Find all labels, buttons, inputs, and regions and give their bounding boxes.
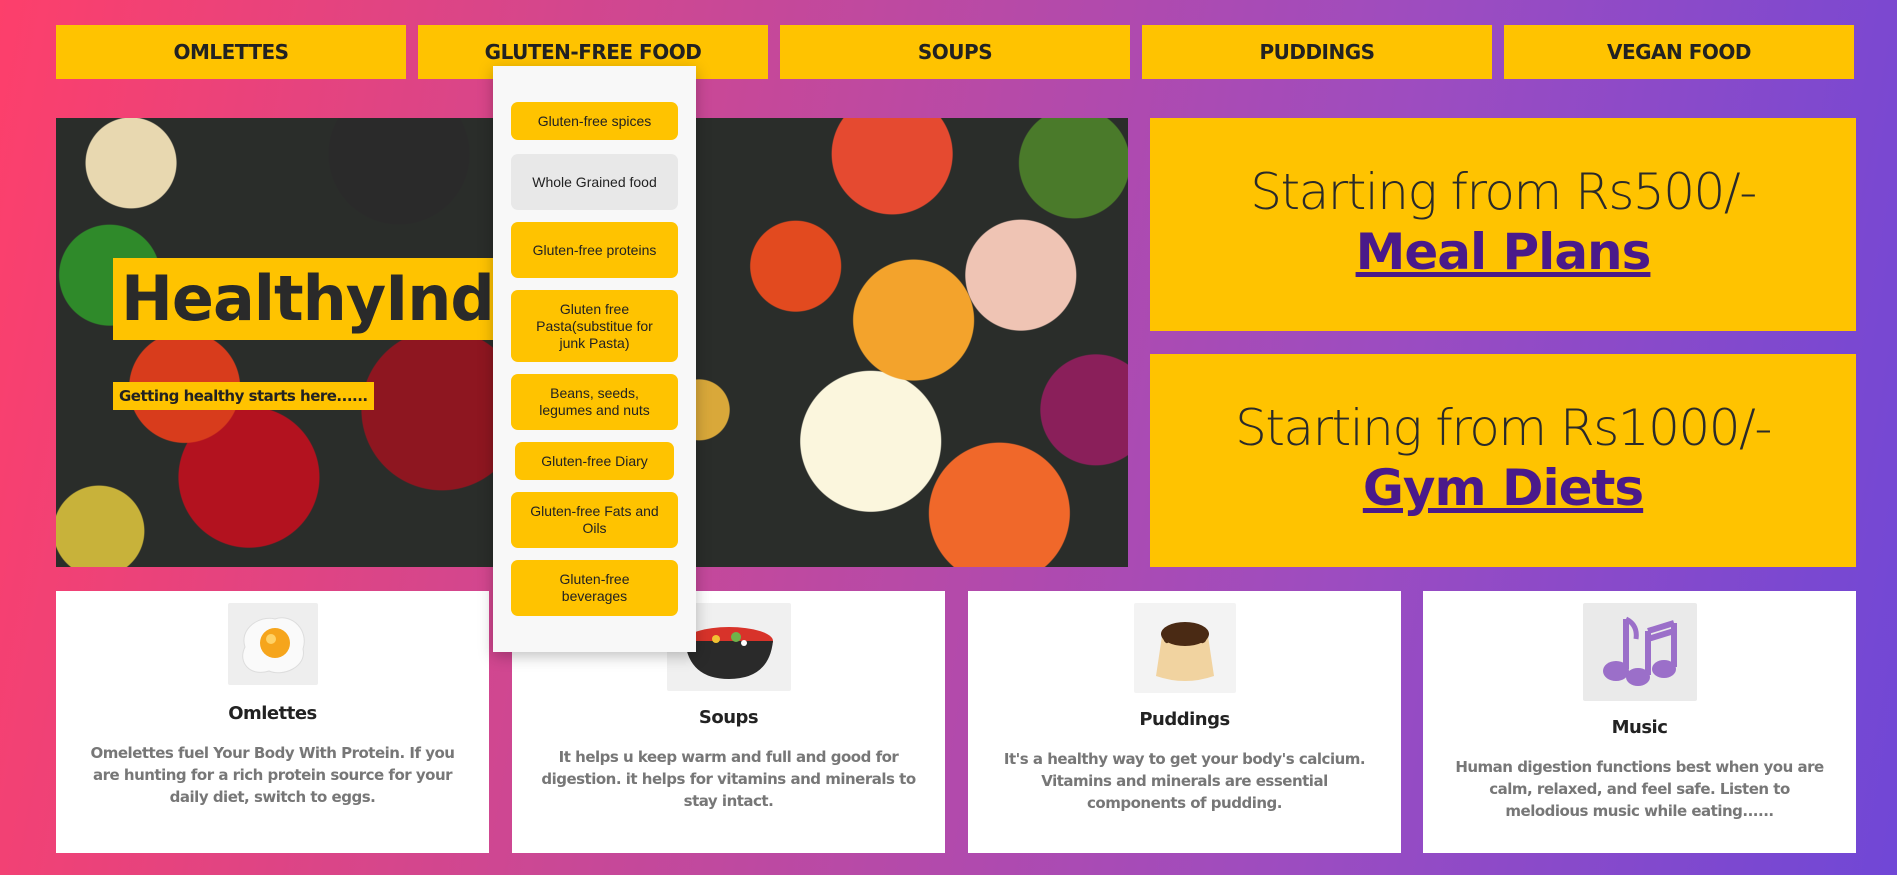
nav-omlettes[interactable]: OMLETTES — [56, 25, 406, 79]
hero-subtitle: Getting healthy starts here...... — [113, 382, 374, 410]
card-title: Soups — [698, 707, 759, 728]
gym-diets-link[interactable]: Gym Diets — [1363, 456, 1644, 521]
card-text: It helps u keep warm and full and good f… — [541, 748, 916, 810]
promo-meal-plans: Starting from Rs500/- Meal Plans — [1150, 118, 1856, 331]
promo-gym-diets: Starting from Rs1000/- Gym Diets — [1150, 354, 1856, 567]
nav-vegan-food[interactable]: VEGAN FOOD — [1504, 25, 1854, 79]
card-title: Omlettes — [228, 703, 317, 724]
nav-soups[interactable]: SOUPS — [780, 25, 1130, 79]
dropdown-item-whole-grained-food[interactable]: Whole Grained food — [511, 154, 678, 210]
dropdown-item-beans-seeds[interactable]: Beans, seeds, legumes and nuts — [511, 374, 678, 430]
card-title: Puddings — [1139, 709, 1230, 730]
card-music: Music Human digestion functions best whe… — [1423, 591, 1856, 853]
promo-price: Starting from Rs500/- — [1250, 162, 1757, 221]
dropdown-item-gluten-free-pasta[interactable]: Gluten free Pasta(substitue for junk Pas… — [511, 290, 678, 362]
card-text: Omelettes fuel Your Body With Protein. I… — [90, 744, 455, 806]
dropdown-item-gluten-free-diary[interactable]: Gluten-free Diary — [515, 442, 674, 480]
main-nav: OMLETTES GLUTEN-FREE FOOD SOUPS PUDDINGS… — [56, 25, 1856, 79]
card-text: Human digestion functions best when you … — [1455, 758, 1824, 820]
dropdown-item-gluten-free-proteins[interactable]: Gluten-free proteins — [511, 222, 678, 278]
nav-puddings[interactable]: PUDDINGS — [1142, 25, 1492, 79]
pudding-icon — [1133, 603, 1236, 693]
card-omlettes: Omlettes Omelettes fuel Your Body With P… — [56, 591, 489, 853]
dropdown-item-gluten-free-fats[interactable]: Gluten-free Fats and Oils — [511, 492, 678, 548]
card-text: It's a healthy way to get your body's ca… — [1003, 750, 1366, 812]
music-notes-icon — [1582, 603, 1697, 701]
dropdown-item-gluten-free-spices[interactable]: Gluten-free spices — [511, 102, 678, 140]
promo-price: Starting from Rs1000/- — [1235, 398, 1772, 457]
gluten-free-dropdown-menu: Gluten-free spices Whole Grained food Gl… — [493, 66, 696, 652]
card-title: Music — [1611, 717, 1668, 738]
dropdown-item-gluten-free-beverages[interactable]: Gluten-free beverages — [511, 560, 678, 616]
meal-plans-link[interactable]: Meal Plans — [1356, 220, 1652, 285]
card-puddings: Puddings It's a healthy way to get your … — [968, 591, 1401, 853]
egg-icon — [227, 603, 318, 685]
